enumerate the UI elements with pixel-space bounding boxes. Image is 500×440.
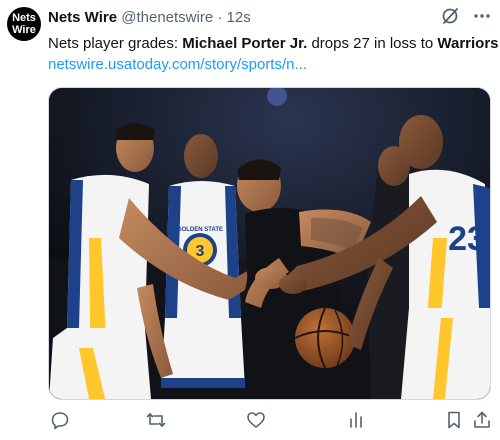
- article-link[interactable]: netswire.usatoday.com/story/sports/n...: [48, 56, 307, 73]
- avatar-line2: Wire: [12, 24, 36, 36]
- post-text-prefix: Nets player grades:: [48, 35, 183, 52]
- post-text-opponent: Warriors: [437, 35, 499, 52]
- post-image[interactable]: 3 GOLDEN STATE 23: [48, 87, 491, 400]
- bookmark-icon[interactable]: [444, 410, 464, 430]
- post[interactable]: Nets Wire Nets Wire @thenetswire · 12s N…: [0, 0, 500, 440]
- share-icon[interactable]: [472, 410, 492, 430]
- repost-icon[interactable]: [146, 410, 166, 430]
- basketball-photo: 3 GOLDEN STATE 23: [49, 88, 490, 399]
- like-icon[interactable]: [246, 410, 266, 430]
- jersey-text: GOLDEN STATE: [177, 227, 223, 233]
- post-text-middle: drops 27 in loss to: [307, 35, 438, 52]
- reply-icon[interactable]: [50, 410, 70, 430]
- header-actions: [440, 6, 492, 26]
- action-bar: [46, 410, 492, 434]
- jersey-number-23: 23: [448, 220, 486, 258]
- separator-dot: ·: [217, 9, 223, 26]
- timestamp[interactable]: 12s: [227, 9, 251, 26]
- grok-icon[interactable]: [440, 6, 460, 26]
- post-text-player: Michael Porter Jr.: [182, 35, 308, 52]
- post-text: Nets player grades: Michael Porter Jr. d…: [48, 34, 499, 53]
- avatar[interactable]: Nets Wire: [7, 7, 41, 41]
- views-icon[interactable]: [346, 410, 366, 430]
- jersey-number-3: 3: [196, 243, 205, 260]
- display-name[interactable]: Nets Wire: [48, 9, 117, 26]
- post-header: Nets Wire @thenetswire · 12s: [48, 9, 251, 26]
- handle[interactable]: @thenetswire: [121, 9, 213, 26]
- more-icon[interactable]: [472, 6, 492, 26]
- avatar-line1: Nets: [12, 12, 36, 24]
